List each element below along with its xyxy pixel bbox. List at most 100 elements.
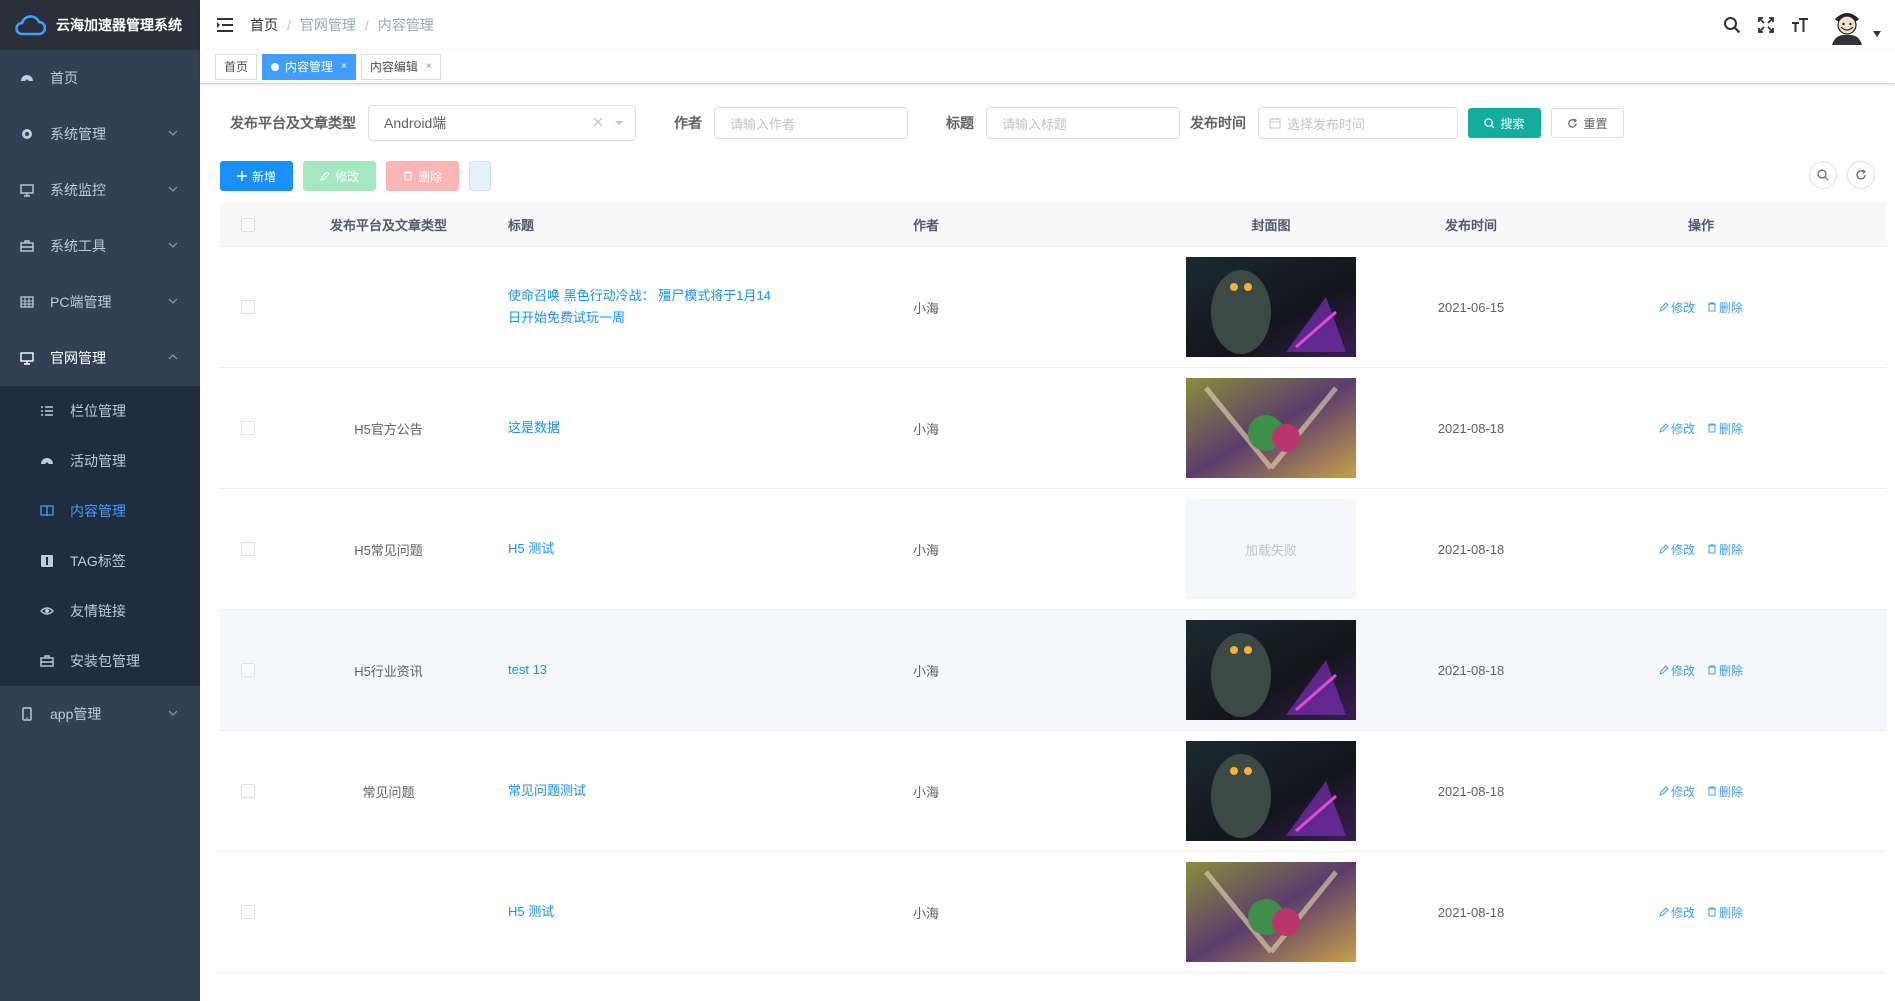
cover-thumbnail[interactable] [1186,741,1356,841]
date-picker[interactable]: 选择发布时间 [1258,107,1458,139]
table-row[interactable]: H5官方公告 这是数据 小海 2021-08-18 修改 删除 [220,368,1886,489]
toggle-search-button[interactable] [1809,161,1837,189]
row-delete-button[interactable]: 删除 [1707,420,1743,437]
sidebar-item-columns[interactable]: 栏位管理 [0,386,200,436]
close-icon[interactable]: × [426,55,432,79]
cover-image [1186,862,1356,962]
export-button[interactable] [469,161,491,191]
row-select-cell [220,542,276,556]
cover-thumbnail[interactable] [1186,620,1356,720]
sidebar-item-monitor[interactable]: 系统监控 [0,162,200,218]
row-checkbox[interactable] [241,542,255,556]
add-button-label: 新增 [251,169,276,184]
cover-thumbnail[interactable] [1186,378,1356,478]
sidebar-item-activity[interactable]: 活动管理 [0,436,200,486]
fullscreen-button[interactable] [1749,0,1783,50]
title-link[interactable]: 使命召唤 黑色行动冷战： 殭尸模式将于1月14日开始免费试玩一周 [508,285,778,329]
table-row[interactable]: 常见问题 常见问题测试 小海 2021-08-18 修改 删除 [220,731,1886,852]
row-delete-button[interactable]: 删除 [1707,299,1743,316]
cell-date: 2021-08-18 [1437,541,1505,557]
sidebar-item-label: TAG标签 [70,553,126,569]
close-icon[interactable]: × [341,55,347,79]
row-delete-button[interactable]: 删除 [1707,662,1743,679]
row-checkbox[interactable] [241,663,255,677]
title-link[interactable]: H5 测试 [508,538,778,560]
sidebar-item-links[interactable]: 友情链接 [0,586,200,636]
clear-icon[interactable] [591,115,605,129]
row-delete-button[interactable]: 删除 [1707,783,1743,800]
hamburger-button[interactable] [200,0,250,50]
date-label: 发布时间 [1190,115,1246,131]
cell-platform: H5常见问题 [354,542,423,558]
cell-author: 小海 [913,421,940,437]
logo[interactable]: 云海加速器管理系统 [0,0,200,50]
table-tools [1799,161,1875,189]
sidebar-item-tools[interactable]: 系统工具 [0,218,200,274]
cover-image [1186,741,1356,841]
breadcrumb-website[interactable]: 官网管理 [300,15,356,35]
tag-home[interactable]: 首页 [215,53,258,80]
breadcrumb-home[interactable]: 首页 [250,15,278,35]
table-row[interactable]: 使命召唤 黑色行动冷战： 殭尸模式将于1月14日开始免费试玩一周 小海 2021-0… [220,247,1886,368]
plus-icon [236,171,247,181]
cell-cover: 加载失败 [1186,499,1356,599]
cell-date: 2021-08-18 [1437,904,1505,920]
author-input[interactable]: 请输入作者 [714,107,908,139]
header-date: 发布时间 [1444,218,1497,233]
title-link[interactable]: test 13 [508,659,778,681]
avatar[interactable] [1827,5,1867,45]
cover-thumbnail[interactable] [1186,862,1356,962]
caret-down-icon[interactable] [1873,31,1881,37]
title-input[interactable]: 请输入标题 [986,107,1180,139]
cell-ops: 修改 删除 [1586,299,1816,316]
reset-button-label: 重置 [1583,116,1608,131]
delete-button-label: 删除 [417,169,442,184]
title-link[interactable]: H5 测试 [508,901,778,923]
platform-select[interactable]: Android端 [368,105,636,141]
row-edit-button[interactable]: 修改 [1659,904,1695,921]
row-edit-button[interactable]: 修改 [1659,783,1695,800]
row-delete-button[interactable]: 删除 [1707,904,1743,921]
tag-content-edit[interactable]: 内容编辑 × [360,53,441,80]
sidebar-item-tag[interactable]: TAG标签 [0,536,200,586]
row-checkbox[interactable] [241,784,255,798]
table-row[interactable]: H5常见问题 H5 测试 小海 加载失败 2021-08-18 修改 删除 [220,489,1886,610]
row-delete-button[interactable]: 删除 [1707,541,1743,558]
row-edit-button[interactable]: 修改 [1659,420,1695,437]
select-all-checkbox[interactable] [241,217,255,232]
search-button[interactable]: 搜索 [1468,108,1541,138]
row-checkbox[interactable] [241,905,255,919]
delete-button[interactable]: 删除 [386,161,459,191]
title-link[interactable]: 这是数据 [508,417,778,439]
row-edit-button[interactable]: 修改 [1659,541,1695,558]
row-edit-button[interactable]: 修改 [1659,299,1695,316]
tag-content-management[interactable]: 内容管理 × [262,53,356,80]
phone-icon [20,707,34,721]
font-size-button[interactable] [1783,0,1817,50]
caret-down-icon [615,121,623,125]
row-edit-button[interactable]: 修改 [1659,662,1695,679]
title-link[interactable]: 常见问题测试 [508,780,778,802]
row-select-cell [220,905,276,919]
edit-button[interactable]: 修改 [303,161,376,191]
cover-thumbnail[interactable] [1186,257,1356,357]
row-checkbox[interactable] [241,300,255,314]
table-row[interactable]: H5 测试 小海 2021-08-18 修改 删除 [220,852,1886,973]
row-edit-label: 修改 [1670,784,1695,799]
sidebar-item-system[interactable]: 系统管理 [0,106,200,162]
add-button[interactable]: 新增 [220,161,293,191]
cell-cover [1186,862,1356,962]
table-row[interactable]: H5行业资讯 test 13 小海 2021-08-18 修改 删除 [220,610,1886,731]
search-icon [1817,169,1829,181]
sidebar-item-packages[interactable]: 安装包管理 [0,636,200,686]
row-checkbox[interactable] [241,421,255,435]
reset-button[interactable]: 重置 [1551,108,1624,138]
sidebar-item-app[interactable]: app管理 [0,686,200,742]
sidebar-item-website[interactable]: 官网管理 [0,330,200,386]
row-delete-label: 删除 [1719,421,1744,436]
refresh-button[interactable] [1847,161,1875,189]
sidebar-item-content[interactable]: 内容管理 [0,486,200,536]
sidebar-item-home[interactable]: 首页 [0,50,200,106]
header-search-button[interactable] [1715,0,1749,50]
sidebar-item-pc[interactable]: PC端管理 [0,274,200,330]
